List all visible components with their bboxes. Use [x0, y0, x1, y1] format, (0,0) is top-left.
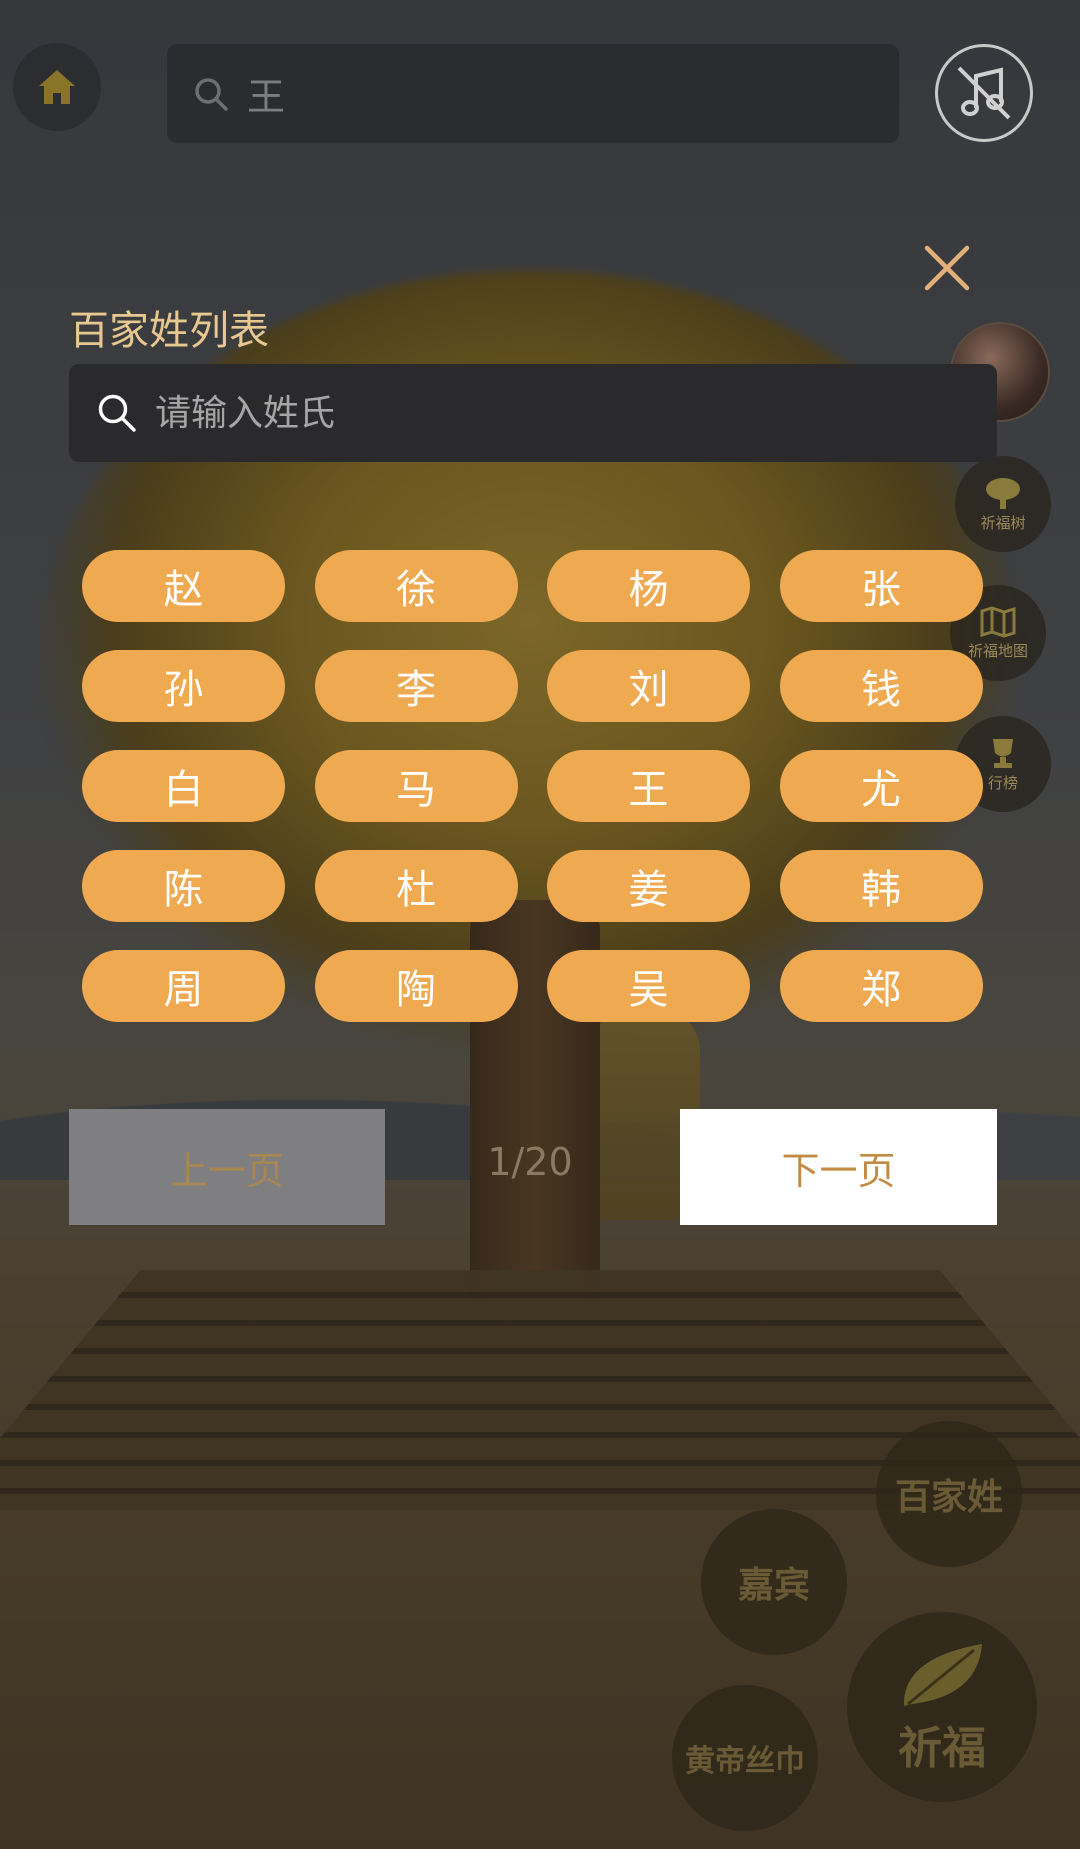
surname-button[interactable]: 吴	[547, 950, 750, 1022]
surname-button[interactable]: 尤	[779, 750, 983, 822]
surname-button[interactable]: 张	[779, 550, 983, 622]
surname-button[interactable]: 王	[547, 750, 750, 822]
guests-menu-button[interactable]: 嘉宾	[701, 1509, 847, 1655]
music-off-icon	[957, 66, 1011, 120]
search-icon	[195, 77, 228, 111]
blessing-tree-button[interactable]: 祈福树	[955, 456, 1051, 552]
surname-list-title: 百家姓列表	[69, 308, 269, 354]
surnames-menu-label: 百家姓	[894, 1476, 1003, 1518]
guests-menu-label: 嘉宾	[737, 1564, 810, 1606]
search-icon	[98, 394, 136, 432]
top-search-value: 王	[247, 75, 286, 119]
home-icon	[39, 70, 75, 104]
blessing-tree-label: 祈福树	[980, 513, 1026, 532]
close-button[interactable]	[921, 242, 973, 294]
surname-button[interactable]: 周	[82, 950, 285, 1022]
surname-button[interactable]: 李	[314, 650, 518, 722]
yellow-emperor-scarf-button[interactable]: 黄帝丝巾	[672, 1685, 818, 1831]
previous-page-button[interactable]: 上一页	[69, 1109, 385, 1225]
bless-button[interactable]: 祈福	[847, 1612, 1037, 1802]
surname-button[interactable]: 姜	[547, 850, 750, 922]
surname-button[interactable]: 钱	[779, 650, 983, 722]
surname-search-input[interactable]	[153, 391, 917, 435]
close-icon	[924, 245, 970, 291]
surname-button[interactable]: 韩	[779, 850, 983, 922]
music-toggle-button[interactable]	[935, 44, 1033, 142]
surname-button[interactable]: 郑	[779, 950, 983, 1022]
surname-button[interactable]: 徐	[314, 550, 518, 622]
surname-button[interactable]: 孙	[82, 650, 285, 722]
surname-grid: 赵 徐 杨 张 孙 李 刘 钱 白 马 王 尤 陈 杜 姜 韩 周 陶 吴 郑	[82, 550, 983, 1022]
surnames-menu-button[interactable]: 百家姓	[876, 1421, 1022, 1567]
surname-button[interactable]: 刘	[547, 650, 750, 722]
yellow-emperor-scarf-label: 黄帝丝巾	[685, 1744, 805, 1779]
map-icon	[980, 605, 1016, 638]
surname-button[interactable]: 陶	[314, 950, 518, 1022]
surname-button[interactable]: 白	[82, 750, 285, 822]
trophy-icon	[993, 738, 1013, 768]
surname-button[interactable]: 马	[314, 750, 518, 822]
page-indicator: 1/20	[487, 1140, 573, 1184]
surname-button[interactable]: 杜	[314, 850, 518, 922]
surname-button[interactable]: 陈	[82, 850, 285, 922]
home-button[interactable]	[13, 43, 101, 131]
bless-label: 祈福	[898, 1723, 986, 1774]
top-search-bar[interactable]: 王	[167, 44, 899, 143]
leaf-icon	[903, 1644, 982, 1706]
leaderboard-label: 行榜	[987, 773, 1018, 792]
surname-button[interactable]: 杨	[547, 550, 750, 622]
surname-button[interactable]: 赵	[82, 550, 285, 622]
surname-search-bar[interactable]	[69, 364, 997, 462]
next-page-button[interactable]: 下一页	[680, 1109, 997, 1225]
tree-icon	[986, 477, 1020, 509]
